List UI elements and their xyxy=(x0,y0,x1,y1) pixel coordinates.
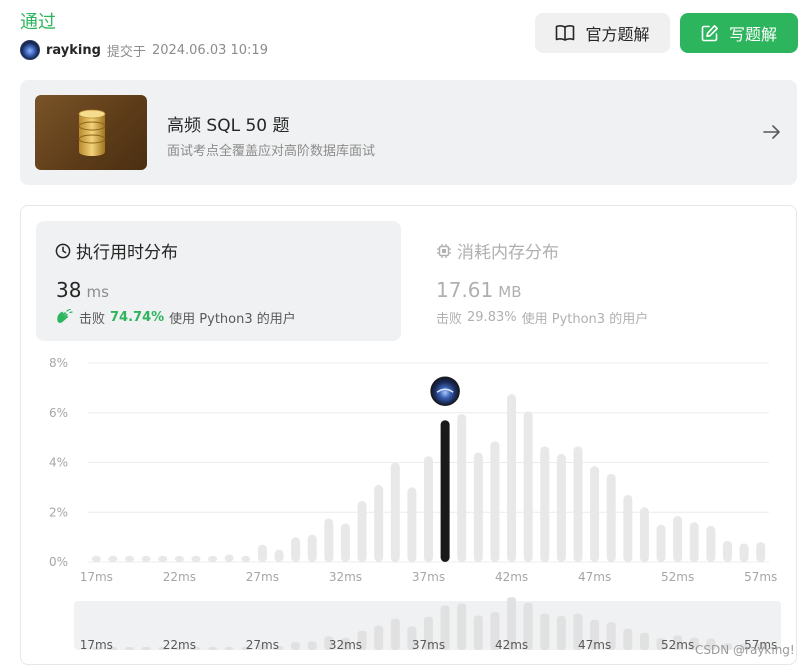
overview-bar xyxy=(457,603,467,650)
x-tick-label: 47ms xyxy=(578,570,611,584)
distribution-bar[interactable] xyxy=(241,555,251,562)
overview-bar xyxy=(125,647,135,650)
y-tick-label: 8% xyxy=(49,356,68,370)
distribution-bar[interactable] xyxy=(224,554,234,562)
distribution-bar[interactable] xyxy=(673,515,683,562)
overview-tick-label: 47ms xyxy=(578,638,611,652)
runtime-distribution-chart[interactable]: 8% 6% 4% 2% 0% 17ms 22ms 27ms 32ms 37ms 42ms 47ms 52… xyxy=(0,0,807,668)
distribution-bar[interactable] xyxy=(540,446,550,562)
overview-tick-label: 42ms xyxy=(495,638,528,652)
x-tick-label: 42ms xyxy=(495,570,528,584)
watermark: CSDN @rayking! xyxy=(695,643,795,657)
distribution-bar[interactable] xyxy=(606,473,616,562)
overview-bar xyxy=(224,647,234,650)
distribution-bar[interactable] xyxy=(623,494,633,562)
overview-bar xyxy=(540,613,550,650)
overview-tick-label: 27ms xyxy=(246,638,279,652)
distribution-bar[interactable] xyxy=(706,525,716,562)
distribution-bar[interactable] xyxy=(340,523,350,562)
overview-tick-label: 17ms xyxy=(80,638,113,652)
distribution-bar[interactable] xyxy=(324,518,334,562)
overview-bar xyxy=(291,642,301,650)
distribution-bar[interactable] xyxy=(556,453,566,562)
distribution-bar[interactable] xyxy=(689,522,699,562)
overview-tick-label: 32ms xyxy=(329,638,362,652)
overview-bar xyxy=(374,625,384,650)
overview-bar xyxy=(556,616,566,650)
x-tick-label: 27ms xyxy=(246,570,279,584)
x-tick-label: 17ms xyxy=(80,570,113,584)
distribution-bar[interactable] xyxy=(507,394,517,562)
overview-bar xyxy=(390,618,400,650)
distribution-bar[interactable] xyxy=(174,555,184,562)
x-tick-label: 37ms xyxy=(412,570,445,584)
distribution-bar[interactable] xyxy=(91,555,101,562)
distribution-bar[interactable] xyxy=(257,544,267,562)
distribution-bar[interactable] xyxy=(141,555,151,562)
x-tick-label: 57ms xyxy=(744,570,777,584)
distribution-bar[interactable] xyxy=(374,484,384,562)
selected-bar[interactable] xyxy=(440,420,450,562)
overview-bar xyxy=(141,647,151,650)
distribution-bar[interactable] xyxy=(208,555,218,562)
distribution-bar[interactable] xyxy=(739,543,749,562)
overview-bar xyxy=(208,647,218,650)
distribution-bar[interactable] xyxy=(424,456,433,562)
distribution-bar[interactable] xyxy=(274,549,284,562)
y-tick-label: 2% xyxy=(49,505,68,519)
distribution-bar[interactable] xyxy=(639,507,649,562)
overview-bar xyxy=(473,615,483,650)
distribution-bar[interactable] xyxy=(125,555,135,562)
overview-bar xyxy=(639,632,649,650)
distribution-bar[interactable] xyxy=(390,462,400,563)
y-tick-label: 0% xyxy=(49,555,68,569)
y-tick-label: 4% xyxy=(49,456,68,470)
x-tick-label: 22ms xyxy=(163,570,196,584)
your-submission-avatar[interactable] xyxy=(430,376,460,406)
overview-bar xyxy=(623,628,633,650)
distribution-bar[interactable] xyxy=(473,452,483,562)
distribution-bar[interactable] xyxy=(523,411,533,562)
distribution-bar[interactable] xyxy=(756,542,766,562)
overview-bar xyxy=(307,641,317,650)
distribution-bar[interactable] xyxy=(722,540,732,562)
distribution-bar[interactable] xyxy=(656,524,666,562)
distribution-bar[interactable] xyxy=(590,466,600,562)
overview-tick-label: 37ms xyxy=(412,638,445,652)
distribution-bar[interactable] xyxy=(158,555,168,562)
overview-tick-label: 52ms xyxy=(661,638,694,652)
distribution-bar[interactable] xyxy=(291,537,301,562)
distribution-bar[interactable] xyxy=(191,555,201,562)
y-tick-label: 6% xyxy=(49,406,68,420)
x-tick-label: 52ms xyxy=(661,570,694,584)
distribution-bar[interactable] xyxy=(573,446,583,562)
distribution-bar[interactable] xyxy=(357,501,367,562)
x-tick-label: 32ms xyxy=(329,570,362,584)
distribution-bar[interactable] xyxy=(307,534,317,562)
overview-tick-label: 22ms xyxy=(163,638,196,652)
distribution-bar[interactable] xyxy=(457,413,467,562)
distribution-bar[interactable] xyxy=(108,555,118,562)
distribution-bar[interactable] xyxy=(407,487,417,562)
distribution-bar[interactable] xyxy=(490,441,500,562)
